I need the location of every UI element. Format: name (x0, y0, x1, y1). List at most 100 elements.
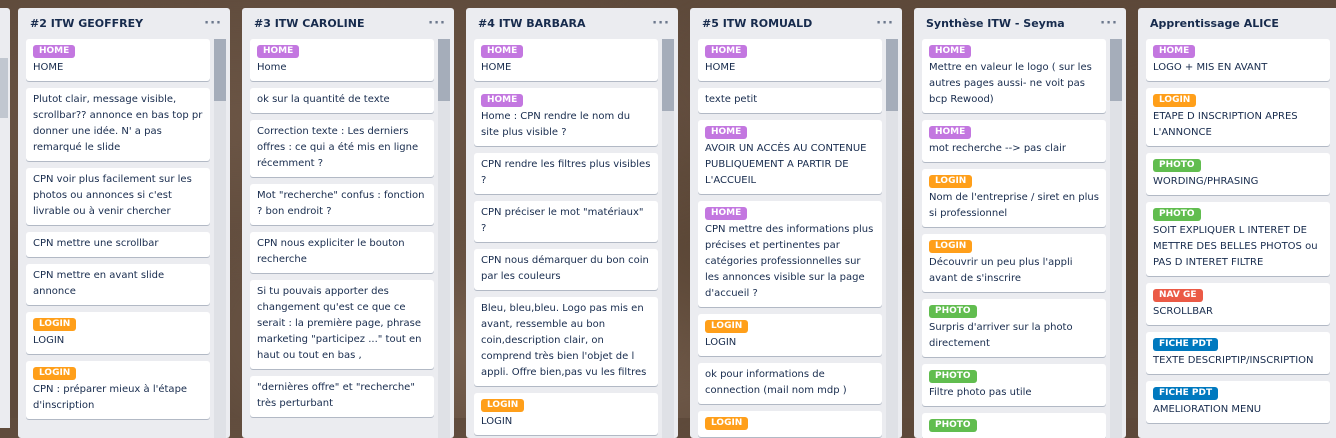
list-title[interactable]: #4 ITW BARBARA (478, 17, 586, 30)
card[interactable]: ok pour informations de connection (mail… (698, 363, 882, 404)
list-3: #4 ITW BARBARA ··· HOME HOME HOME Home : CPN … (466, 8, 678, 438)
card-title: AMELIORATION MENU (1153, 404, 1262, 415)
list-menu-icon[interactable]: ··· (876, 16, 894, 31)
card-label-home: HOME (705, 126, 748, 139)
card[interactable]: LOGIN Découvrir un peu plus l'appli avant… (922, 234, 1106, 292)
list-header[interactable]: #5 ITW ROMUALD ··· (690, 8, 902, 39)
card[interactable]: LOGIN LOGIN (698, 314, 882, 356)
card-title: Surpris d'arriver sur la photo directeme… (929, 322, 1073, 349)
list-header[interactable]: Synthèse ITW - Seyma ··· (914, 8, 1126, 39)
card[interactable]: ok sur la quantité de texte (250, 88, 434, 113)
card[interactable]: HOME Mettre en valeur le logo ( sur les a… (922, 39, 1106, 113)
card[interactable]: CPN mettre une scrollbar (26, 232, 210, 257)
card[interactable]: LOGIN LOGIN (474, 393, 658, 435)
list-header[interactable]: #3 ITW CAROLINE ··· (242, 8, 454, 39)
card[interactable]: LOGIN (698, 411, 882, 437)
card[interactable]: PHOTO WORDING/PHRASING (1146, 153, 1330, 195)
card-title: Nom de l'entreprise / siret en plus si p… (929, 192, 1099, 219)
card[interactable]: LOGIN Nom de l'entreprise / siret en plus… (922, 169, 1106, 227)
list-scrollbar[interactable] (1110, 39, 1122, 438)
card-title: HOME (33, 62, 64, 73)
card[interactable]: FICHE PDT AMELIORATION MENU (1146, 381, 1330, 423)
card-title: LOGIN (481, 416, 513, 427)
card[interactable]: CPN nous démarquer du bon coin par les c… (474, 249, 658, 290)
list-header[interactable]: #4 ITW BARBARA ··· (466, 8, 678, 39)
list-menu-icon[interactable]: ··· (428, 16, 446, 31)
card-label-login: LOGIN (33, 318, 77, 331)
card-label-navge: NAV GE (1153, 289, 1203, 302)
card-list: HOME HOME Plutot clair, message visible, s… (26, 39, 210, 426)
card[interactable]: HOME LOGO + MIS EN AVANT (1146, 39, 1330, 81)
scrollbar-thumb[interactable] (214, 39, 226, 101)
card[interactable]: CPN rendre les filtres plus visibles ? (474, 153, 658, 194)
card-title: SOIT EXPLIQUER L INTERET DE METTRE DES B… (1153, 225, 1318, 268)
card[interactable]: LOGIN CPN : préparer mieux à l'étape d'in… (26, 361, 210, 419)
card[interactable]: CPN voir plus facilement sur les photos … (26, 168, 210, 225)
card[interactable]: FICHE PDT TEXTE DESCRIPTIP/INSCRIPTION (1146, 332, 1330, 374)
card[interactable]: NAV GE SCROLLBAR (1146, 283, 1330, 325)
card-label-login: LOGIN (929, 175, 973, 188)
card[interactable]: "dernières offre" et "recherche" très pe… (250, 376, 434, 417)
card[interactable]: CPN nous expliciter le bouton recherche (250, 232, 434, 273)
card[interactable]: HOME AVOIR UN ACCÈS AU CONTENUE PUBLIQUEM… (698, 120, 882, 194)
list-scrollbar[interactable] (886, 39, 898, 438)
list-scrollbar[interactable] (662, 39, 674, 438)
list-menu-icon[interactable]: ··· (652, 16, 670, 31)
list-scrollbar[interactable] (438, 39, 450, 438)
card[interactable]: Correction texte : Les derniers offres :… (250, 120, 434, 177)
card-title: LOGIN (705, 337, 737, 348)
card[interactable]: LOGIN ETAPE D INSCRIPTION APRES L'ANNONCE (1146, 88, 1330, 146)
card-list: HOME Mettre en valeur le logo ( sur les a… (922, 39, 1106, 438)
card-title: AVOIR UN ACCÈS AU CONTENUE PUBLIQUEMENT … (705, 143, 867, 186)
card[interactable]: HOME mot recherche --> pas clair (922, 120, 1106, 162)
list-title[interactable]: Synthèse ITW - Seyma (926, 17, 1065, 30)
scrollbar-thumb[interactable] (438, 39, 450, 101)
card-label-login: LOGIN (705, 320, 749, 333)
card-list: HOME HOME texte petit HOME AVOIR UN ACCÈS AU… (698, 39, 882, 438)
card[interactable]: HOME HOME (474, 39, 658, 81)
card-label-login: LOGIN (705, 417, 749, 430)
card-title: texte petit (705, 94, 758, 105)
list-title[interactable]: #2 ITW GEOFFREY (30, 17, 143, 30)
scrollbar-thumb[interactable] (0, 58, 8, 118)
card[interactable]: HOME HOME (698, 39, 882, 81)
list-scrollbar[interactable] (214, 39, 226, 438)
list-menu-icon[interactable]: ··· (204, 16, 222, 31)
card-title: ok pour informations de connection (mail… (705, 369, 847, 396)
list-title[interactable]: #3 ITW CAROLINE (254, 17, 365, 30)
card[interactable]: PHOTO (922, 413, 1106, 438)
list-header[interactable]: #2 ITW GEOFFREY ··· (18, 8, 230, 39)
card-label-home: HOME (481, 94, 524, 107)
scrollbar-thumb[interactable] (886, 39, 898, 111)
card[interactable]: Mot "recherche" confus : fonction ? bon … (250, 184, 434, 225)
list-title[interactable]: Apprentissage ALICE (1150, 17, 1279, 30)
card-title: "dernières offre" et "recherche" très pe… (257, 382, 415, 409)
list-title[interactable]: #5 ITW ROMUALD (702, 17, 812, 30)
card[interactable]: CPN mettre en avant slide annonce (26, 264, 210, 305)
card[interactable]: PHOTO Filtre photo pas utile (922, 364, 1106, 406)
card[interactable]: HOME CPN mettre des informations plus pré… (698, 201, 882, 307)
card[interactable]: HOME Home : CPN rendre le nom du site plu… (474, 88, 658, 146)
list-menu-icon[interactable]: ··· (1100, 16, 1118, 31)
card[interactable]: CPN préciser le mot "matériaux" ? (474, 201, 658, 242)
card[interactable]: Bleu, bleu,bleu. Logo pas mis en avant, … (474, 297, 658, 386)
card[interactable]: Si tu pouvais apporter des changement qu… (250, 280, 434, 369)
card[interactable]: texte petit (698, 88, 882, 113)
card-title: SCROLLBAR (1153, 306, 1213, 317)
card[interactable]: HOME HOME (26, 39, 210, 81)
card-label-login: LOGIN (481, 399, 525, 412)
scrollbar-thumb[interactable] (1110, 39, 1122, 101)
card-label-photo: PHOTO (1153, 208, 1201, 221)
card-title: LOGO + MIS EN AVANT (1153, 62, 1268, 73)
card[interactable]: HOME Home (250, 39, 434, 81)
card-list: HOME HOME HOME Home : CPN rendre le nom du … (474, 39, 658, 438)
card[interactable]: Plutot clair, message visible, scrollbar… (26, 88, 210, 161)
scrollbar-thumb[interactable] (662, 39, 674, 111)
board: #2 ITW GEOFFREY ··· HOME HOME Plutot clair, … (0, 0, 1336, 438)
card-title: CPN rendre les filtres plus visibles ? (481, 159, 651, 186)
list-header[interactable]: Apprentissage ALICE (1138, 8, 1336, 39)
card[interactable]: PHOTO SOIT EXPLIQUER L INTERET DE METTRE … (1146, 202, 1330, 276)
card-title: CPN voir plus facilement sur les photos … (33, 174, 192, 217)
card[interactable]: LOGIN LOGIN (26, 312, 210, 354)
card[interactable]: PHOTO Surpris d'arriver sur la photo dire… (922, 299, 1106, 357)
